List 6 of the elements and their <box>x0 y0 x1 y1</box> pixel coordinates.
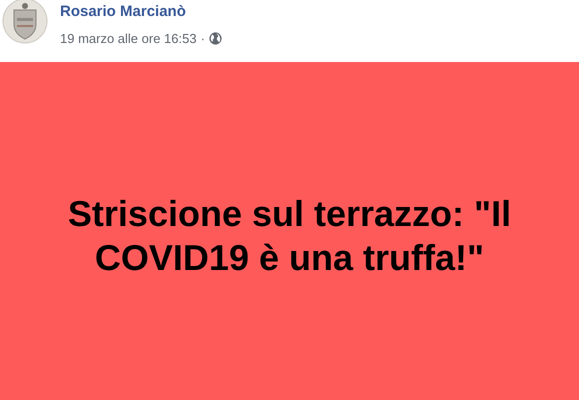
author-name[interactable]: Rosario Marcianò <box>60 2 222 22</box>
globe-icon <box>208 32 222 46</box>
post-text: Striscione sul terrazzo: "Il COVID19 è una truffa!" <box>66 192 512 280</box>
post-timestamp[interactable]: 19 marzo alle ore 16:53 <box>60 29 197 48</box>
avatar[interactable] <box>2 0 48 44</box>
separator-dot: · <box>200 30 205 48</box>
